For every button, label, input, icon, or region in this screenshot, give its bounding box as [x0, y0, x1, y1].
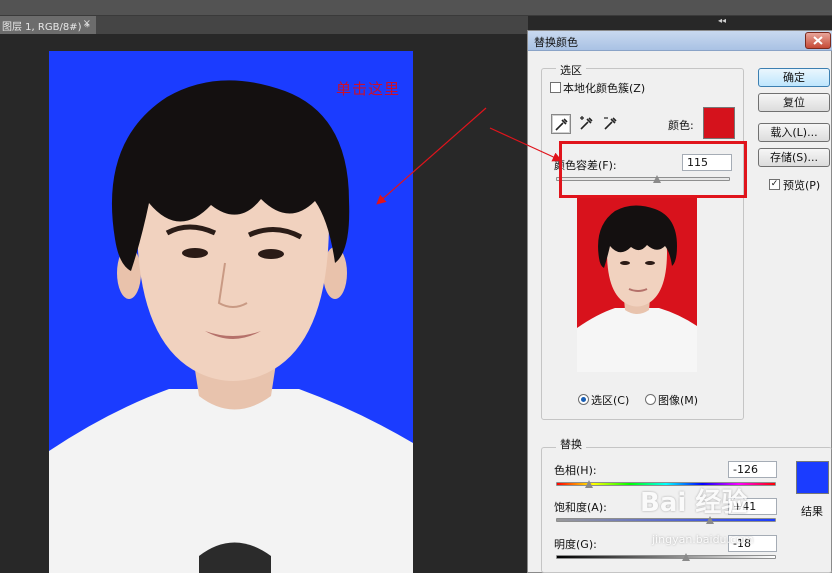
eyedropper-tool[interactable]	[551, 114, 571, 134]
localized-clusters-checkbox[interactable]	[550, 82, 561, 93]
image-mode-radio[interactable]	[645, 394, 656, 405]
eyedropper-minus-icon	[604, 117, 617, 130]
collapse-panels-icon[interactable]: ◂◂	[718, 16, 734, 28]
close-icon[interactable]: ×	[83, 18, 91, 29]
document-tab[interactable]: 图层 1, RGB/8#) * ×	[0, 16, 96, 34]
save-button[interactable]: 存储(S)...	[758, 148, 830, 167]
image-mode-label: 图像(M)	[658, 394, 699, 407]
tab-strip	[96, 16, 528, 34]
annotation-click-here: 单击这里	[336, 80, 401, 98]
fuzziness-highlight-box	[559, 141, 747, 198]
replacement-group-legend: 替换	[556, 436, 586, 452]
result-color-swatch[interactable]	[796, 461, 829, 494]
preview-portrait	[577, 205, 697, 372]
hue-label: 色相(H):	[554, 464, 597, 477]
lightness-slider[interactable]	[556, 555, 776, 559]
selection-mode-label: 选区(C)	[591, 394, 630, 407]
lightness-label: 明度(G):	[554, 538, 597, 551]
document-tab-title: 图层 1, RGB/8#) *	[2, 22, 90, 33]
ok-button[interactable]: 确定	[758, 68, 830, 87]
reset-button[interactable]: 复位	[758, 93, 830, 112]
watermark-url: jingyan.baidu.com	[652, 533, 754, 546]
portrait-photo	[49, 51, 413, 573]
baidu-jingyan-watermark: Bai 经验	[640, 488, 748, 518]
localized-clusters-label: 本地化颜色簇(Z)	[563, 82, 646, 95]
selection-color-swatch[interactable]	[703, 107, 735, 139]
saturation-label: 饱和度(A):	[554, 501, 607, 514]
portrait-illustration	[49, 80, 413, 573]
hue-input[interactable]: -126	[728, 461, 777, 478]
eyedropper-plus-icon	[580, 116, 593, 130]
eyedropper-minus-tool[interactable]	[601, 114, 621, 134]
preview-checkbox[interactable]: ✓	[769, 179, 780, 190]
eyedropper-plus-tool[interactable]	[577, 114, 597, 134]
close-icon	[813, 36, 823, 45]
options-bar	[0, 0, 832, 16]
color-label: 颜色:	[668, 119, 694, 132]
hue-slider-thumb[interactable]	[585, 480, 593, 488]
dialog-titlebar[interactable]: 替换颜色	[528, 31, 832, 51]
selection-preview	[577, 196, 697, 372]
eyedropper-icon	[555, 118, 568, 131]
lightness-slider-thumb[interactable]	[681, 553, 690, 561]
selection-group-legend: 选区	[556, 62, 586, 78]
dialog-title: 替换颜色	[534, 36, 578, 49]
selection-mode-radio[interactable]	[578, 394, 589, 405]
preview-label: 预览(P)	[783, 179, 821, 192]
result-label: 结果	[801, 505, 823, 518]
load-button[interactable]: 载入(L)...	[758, 123, 830, 142]
dialog-close-button[interactable]	[805, 32, 831, 49]
